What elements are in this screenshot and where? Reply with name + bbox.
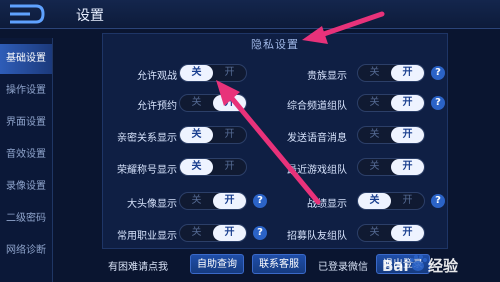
right-setting-label-4: 战绩显示 (307, 199, 347, 210)
sidebar-item-basic[interactable]: 基础设置 (0, 44, 52, 74)
login-status-text: 已登录微信 (318, 262, 368, 273)
right-setting-toggle-on-4[interactable]: 开 (391, 193, 424, 209)
left-setting-label-2: 亲密关系显示 (117, 133, 177, 144)
sidebar-item-replay[interactable]: 录像设置 (0, 172, 52, 202)
left-setting-label-3: 荣耀称号显示 (117, 165, 177, 176)
left-setting-toggle-3[interactable]: 关开 (179, 158, 247, 176)
right-setting-help-icon-1[interactable]: ? (431, 96, 445, 110)
right-setting-label-3: 最近游戏组队 (287, 165, 347, 176)
right-setting-toggle-4[interactable]: 关开 (357, 192, 425, 210)
right-setting-toggle-3[interactable]: 关开 (357, 158, 425, 176)
right-setting-help-icon-0[interactable]: ? (431, 66, 445, 80)
left-setting-toggle-5[interactable]: 关开 (179, 224, 247, 242)
right-setting-toggle-1[interactable]: 关开 (357, 94, 425, 112)
right-setting-toggle-on-3[interactable]: 开 (391, 159, 424, 175)
right-setting-toggle-on-2[interactable]: 开 (391, 127, 424, 143)
left-setting-toggle-off-2[interactable]: 关 (180, 127, 213, 143)
right-setting-toggle-off-5[interactable]: 关 (358, 225, 391, 241)
baidu-paw-icon: Bai 经验 (382, 255, 459, 275)
right-setting-toggle-2[interactable]: 关开 (357, 126, 425, 144)
left-setting-toggle-on-3[interactable]: 开 (213, 159, 246, 175)
left-setting-toggle-off-0[interactable]: 关 (180, 65, 213, 81)
right-setting-help-icon-4[interactable]: ? (431, 194, 445, 208)
right-setting-label-2: 发送语音消息 (287, 133, 347, 144)
right-setting-toggle-on-1[interactable]: 开 (391, 95, 424, 111)
left-setting-toggle-off-4[interactable]: 关 (180, 193, 213, 209)
left-setting-toggle-0[interactable]: 关开 (179, 64, 247, 82)
privacy-panel: 隐私设置 允许观战关开允许预约关开亲密关系显示关开荣耀称号显示关开大头像显示关开… (102, 33, 448, 249)
right-setting-toggle-5[interactable]: 关开 (357, 224, 425, 242)
sidebar: 基础设置 操作设置 界面设置 音效设置 录像设置 二级密码 网络诊断 (0, 38, 53, 282)
left-setting-toggle-off-5[interactable]: 关 (180, 225, 213, 241)
left-setting-toggle-on-0[interactable]: 开 (213, 65, 246, 81)
right-setting-label-5: 招募队友组队 (287, 231, 347, 242)
contact-service-button[interactable]: 联系客服 (252, 254, 306, 274)
right-setting-toggle-off-1[interactable]: 关 (358, 95, 391, 111)
page-title: 设置 (76, 8, 104, 24)
left-setting-label-1: 允许预约 (137, 101, 177, 112)
sidebar-item-interface[interactable]: 界面设置 (0, 108, 52, 138)
svg-text:经验: 经验 (428, 257, 459, 275)
top-bar: 设置 (0, 0, 500, 29)
left-setting-toggle-2[interactable]: 关开 (179, 126, 247, 144)
back-arrow-icon (10, 4, 45, 24)
help-text: 有困难请点我 (108, 262, 168, 273)
panel-title: 隐私设置 (251, 38, 299, 51)
sidebar-item-password[interactable]: 二级密码 (0, 204, 52, 234)
sidebar-item-network[interactable]: 网络诊断 (0, 236, 52, 266)
left-setting-toggle-1[interactable]: 关开 (179, 94, 247, 112)
watermark-logo: Bai 经验 (382, 254, 496, 278)
left-setting-label-4: 大头像显示 (127, 199, 177, 210)
right-setting-toggle-on-5[interactable]: 开 (391, 225, 424, 241)
left-setting-toggle-4[interactable]: 关开 (179, 192, 247, 210)
sidebar-item-sound[interactable]: 音效设置 (0, 140, 52, 170)
self-query-button[interactable]: 自助查询 (190, 254, 244, 274)
right-setting-toggle-off-2[interactable]: 关 (358, 127, 391, 143)
right-setting-label-1: 综合频道组队 (287, 101, 347, 112)
right-setting-label-0: 贵族显示 (307, 71, 347, 82)
right-setting-toggle-0[interactable]: 关开 (357, 64, 425, 82)
left-setting-toggle-off-1[interactable]: 关 (180, 95, 213, 111)
left-setting-label-5: 常用职业显示 (117, 231, 177, 242)
left-setting-toggle-on-5[interactable]: 开 (213, 225, 246, 241)
back-button[interactable] (6, 3, 46, 25)
left-setting-toggle-on-4[interactable]: 开 (213, 193, 246, 209)
right-setting-toggle-off-3[interactable]: 关 (358, 159, 391, 175)
left-setting-toggle-off-3[interactable]: 关 (180, 159, 213, 175)
left-setting-toggle-on-1[interactable]: 开 (213, 95, 246, 111)
right-setting-toggle-on-0[interactable]: 开 (391, 65, 424, 81)
sidebar-item-controls[interactable]: 操作设置 (0, 76, 52, 106)
left-setting-toggle-on-2[interactable]: 开 (213, 127, 246, 143)
right-setting-toggle-off-4[interactable]: 关 (358, 193, 391, 209)
left-setting-label-0: 允许观战 (137, 71, 177, 82)
right-setting-toggle-off-0[interactable]: 关 (358, 65, 391, 81)
svg-text:Bai: Bai (382, 257, 409, 275)
